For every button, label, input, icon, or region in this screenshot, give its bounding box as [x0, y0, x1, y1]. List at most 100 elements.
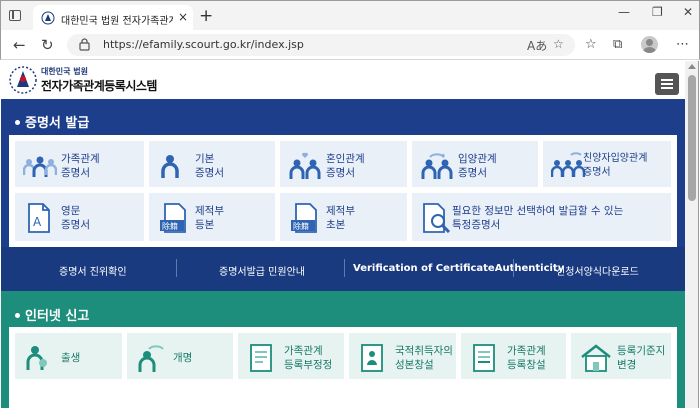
certificate-panel: 가족관계 증명서 기본 증명서 혼인관계 증명서 입양관계 증명서 친양자입양관…	[9, 135, 677, 247]
card-label: 국적취득자의 성본창설	[395, 345, 453, 371]
birth-report-button[interactable]: 출생	[15, 333, 122, 379]
more-options-icon[interactable]: ⋯	[676, 37, 689, 52]
back-icon[interactable]: ←	[13, 36, 26, 54]
authenticity-check-link[interactable]: 증명서 진위확인	[59, 263, 127, 278]
card-label: 개명	[173, 352, 193, 364]
svg-text:除籍: 除籍	[293, 221, 309, 231]
removed-register-extract-button[interactable]: 除籍 제적부 초본	[280, 193, 407, 241]
bullet-dot	[15, 312, 20, 318]
birth-icon	[26, 346, 47, 370]
card-label: 제적부 초본	[326, 205, 355, 231]
nationality-form-icon	[361, 344, 383, 372]
certificate-section: 증명서 발급 가족관계 증명서 기본 증명서 혼인관계 증명서 입양관계 증명서…	[1, 99, 685, 291]
menu-bar	[661, 83, 673, 85]
couple-heart-icon	[289, 152, 321, 179]
favorites-icon[interactable]: ☆	[585, 37, 597, 52]
tab-close-icon[interactable]: ×	[178, 10, 188, 24]
rename-report-button[interactable]: 개명	[127, 333, 233, 379]
scrollbar-thumb[interactable]	[688, 75, 696, 201]
menu-bar	[661, 79, 673, 81]
card-label: 출생	[61, 352, 81, 364]
nationality-surname-creation-button[interactable]: 국적취득자의 성본창설	[349, 333, 456, 379]
new-tab-button[interactable]: +	[199, 6, 213, 26]
search-document-icon	[423, 203, 451, 233]
removed-register-icon: 除籍	[291, 203, 317, 233]
tab-actions-icon[interactable]	[9, 10, 21, 21]
register-creation-button[interactable]: 가족관계 등록창설	[461, 333, 566, 379]
card-label: 입양관계 증명서	[458, 153, 497, 179]
read-aloud-icon[interactable]: Aあ	[527, 37, 547, 54]
court-emblem-icon[interactable]	[8, 65, 38, 95]
card-label: 가족관계 등록창설	[507, 345, 546, 371]
report-panel: 출생 개명 가족관계 등록부정정 국적취득자의 성본창설 가족관계 등록창설 등…	[9, 327, 677, 408]
hamburger-menu-button[interactable]	[655, 73, 679, 95]
court-favicon-icon	[41, 11, 55, 25]
removed-register-icon: 除籍	[160, 203, 186, 233]
certificate-quicklinks: 증명서 진위확인 증명서발급 민원안내 Verification of Cert…	[1, 247, 685, 291]
scrollbar[interactable]	[685, 61, 699, 408]
issuance-guide-link[interactable]: 증명서발급 민원안내	[219, 263, 305, 278]
report-title-text: 인터넷 신고	[25, 309, 90, 324]
browser-toolbar: ← ↻ https://efamily.scourt.go.kr/index.j…	[0, 30, 700, 60]
url-text[interactable]: https://efamily.scourt.go.kr/index.jsp	[103, 38, 304, 51]
site-info-icon[interactable]	[79, 38, 90, 51]
card-label: 친양자입양관계 증명서	[583, 153, 648, 178]
rename-icon	[138, 345, 164, 372]
adoption-icon	[421, 153, 453, 179]
browser-titlebar: 대한민국 법원 전자가족관계등록 × + — ❐ ✕	[0, 0, 700, 32]
removed-register-copy-button[interactable]: 除籍 제적부 등본	[149, 193, 275, 241]
verification-english-link[interactable]: Verification of CertificateAuthenticity	[353, 263, 564, 274]
address-bar[interactable]: https://efamily.scourt.go.kr/index.jsp A…	[67, 34, 575, 56]
scroll-up-icon[interactable]	[688, 64, 696, 69]
logo-title[interactable]: 전자가족관계등록시스템	[41, 77, 157, 94]
site-header: 대한민국 법원 전자가족관계등록시스템	[1, 61, 685, 99]
registration-base-change-button[interactable]: 등록기준지 변경	[571, 333, 671, 379]
tab-title: 대한민국 법원 전자가족관계등록	[61, 16, 173, 27]
house-icon	[581, 344, 611, 372]
full-adoption-certificate-button[interactable]: 친양자입양관계 증명서	[543, 141, 671, 187]
bullet-dot	[15, 119, 20, 125]
correction-form-icon	[250, 344, 272, 372]
english-certificate-button[interactable]: A 영문 증명서	[15, 193, 144, 241]
menu-bar	[661, 87, 673, 89]
card-label: 제적부 등본	[195, 205, 224, 231]
english-document-icon: A	[28, 203, 50, 233]
basic-certificate-button[interactable]: 기본 증명서	[149, 141, 275, 187]
form-download-link[interactable]: 신청서양식다운로드	[556, 263, 639, 278]
report-section-title: 인터넷 신고	[15, 305, 89, 324]
divider	[344, 259, 345, 277]
card-label: 기본 증명서	[195, 153, 224, 179]
logo-subtitle: 대한민국 법원	[41, 67, 88, 76]
certificate-title-text: 증명서 발급	[25, 116, 90, 131]
collections-icon[interactable]: ⧉	[613, 37, 622, 52]
favorite-star-icon[interactable]: ☆	[553, 37, 564, 51]
refresh-icon[interactable]: ↻	[41, 36, 54, 54]
close-window-button[interactable]: ✕	[683, 5, 693, 19]
registration-form-icon	[473, 344, 495, 372]
family-icon	[23, 156, 57, 177]
divider	[176, 259, 177, 277]
card-label: 필요한 정보만 선택하여 발급할 수 있는 특정증명서	[452, 205, 624, 231]
person-icon	[161, 155, 179, 178]
certificate-section-title: 증명서 발급	[15, 112, 89, 131]
svg-text:除籍: 除籍	[162, 221, 178, 231]
family-adoption-icon	[551, 152, 585, 177]
card-label: 등록기준지 변경	[617, 345, 666, 371]
page-content: 대한민국 법원 전자가족관계등록시스템 증명서 발급 가족관계 증명서 기본 증…	[1, 61, 685, 408]
profile-avatar[interactable]	[641, 36, 658, 53]
card-label: 가족관계 등록부정정	[284, 345, 333, 371]
family-relation-certificate-button[interactable]: 가족관계 증명서	[15, 141, 144, 187]
divider	[513, 259, 514, 277]
register-correction-button[interactable]: 가족관계 등록부정정	[238, 333, 344, 379]
report-section: 인터넷 신고 출생 개명 가족관계 등록부정정 국적취득자의 성본창설 가족관계…	[1, 291, 685, 408]
marriage-certificate-button[interactable]: 혼인관계 증명서	[280, 141, 407, 187]
card-label: 혼인관계 증명서	[326, 153, 365, 179]
card-label: 가족관계 증명서	[61, 153, 100, 179]
browser-tab[interactable]: 대한민국 법원 전자가족관계등록 ×	[33, 5, 193, 32]
card-label: 영문 증명서	[61, 205, 90, 231]
minimize-button[interactable]: —	[618, 5, 630, 19]
adoption-certificate-button[interactable]: 입양관계 증명서	[412, 141, 538, 187]
svg-text:A: A	[33, 215, 42, 229]
maximize-button[interactable]: ❐	[652, 5, 663, 19]
specific-certificate-button[interactable]: 필요한 정보만 선택하여 발급할 수 있는 특정증명서	[412, 193, 671, 241]
